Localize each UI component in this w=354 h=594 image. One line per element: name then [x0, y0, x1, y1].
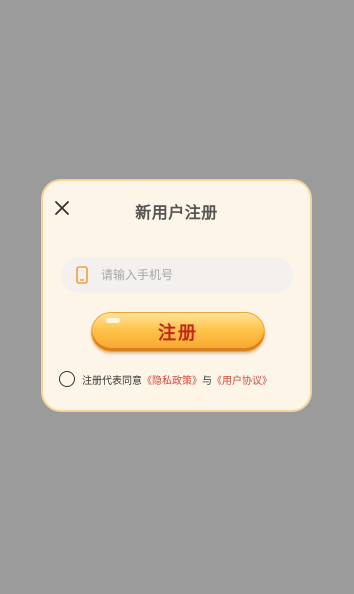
register-dialog: 新用户注册 注册 注册代表同意 《隐私政策》 与 《用户协议》 [41, 179, 312, 412]
phone-field[interactable] [61, 257, 293, 293]
agreement-conjunction: 与 [202, 375, 212, 387]
screen: 新用户注册 注册 注册代表同意 《隐私政策》 与 《用户协议》 [0, 0, 354, 594]
phone-icon [75, 265, 89, 285]
agreement-checkbox[interactable] [59, 371, 75, 387]
dialog-title: 新用户注册 [135, 203, 218, 222]
agreement-text: 注册代表同意 《隐私政策》 与 《用户协议》 [82, 372, 272, 387]
agreement-row: 注册代表同意 《隐私政策》 与 《用户协议》 [59, 371, 272, 387]
privacy-policy-link[interactable]: 《隐私政策》 [142, 372, 202, 387]
register-button-label: 注册 [158, 323, 198, 344]
phone-input[interactable] [101, 268, 271, 282]
user-agreement-link[interactable]: 《用户协议》 [212, 372, 272, 387]
button-shine [106, 318, 120, 323]
agreement-prefix: 注册代表同意 [82, 375, 142, 387]
register-button[interactable]: 注册 [91, 312, 265, 352]
